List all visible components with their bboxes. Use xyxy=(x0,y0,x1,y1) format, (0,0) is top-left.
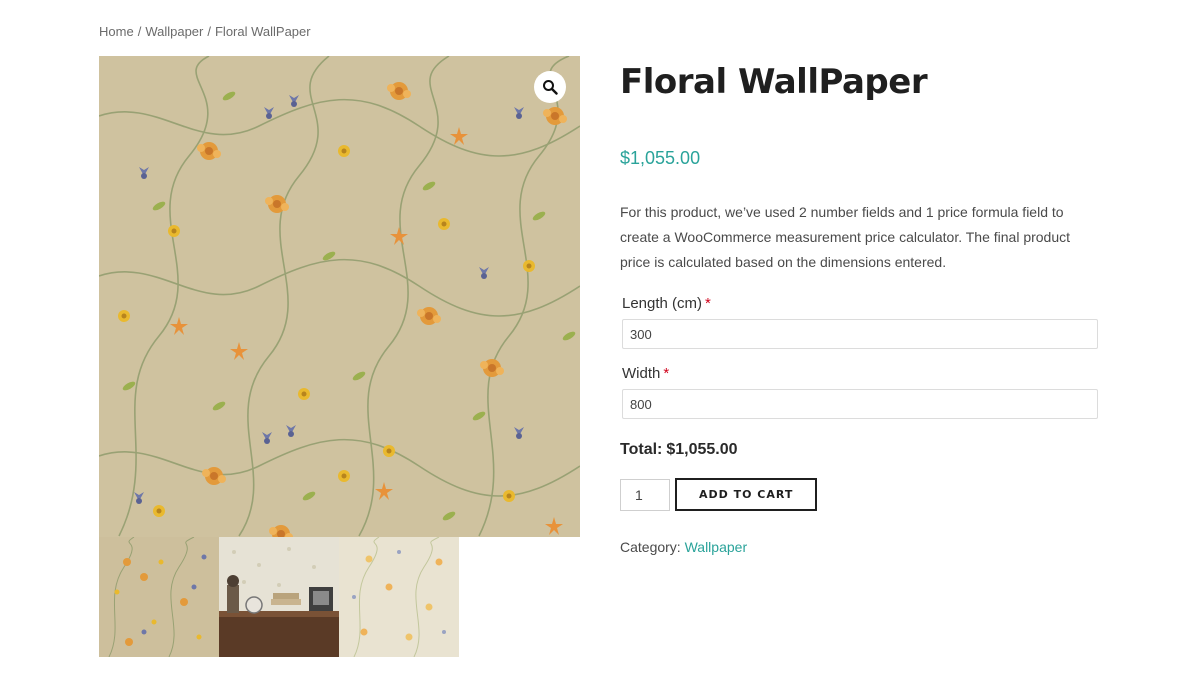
add-to-cart-form: ADD TO CART xyxy=(620,478,1100,511)
breadcrumb-wallpaper-link[interactable]: Wallpaper xyxy=(145,24,203,39)
product-meta: Category: Wallpaper xyxy=(620,539,1100,555)
thumbnail-image xyxy=(219,537,339,657)
required-mark: * xyxy=(663,365,670,382)
thumbnail-strip xyxy=(99,537,459,657)
product-summary: Floral WallPaper $1,055.00 For this prod… xyxy=(620,60,1100,555)
length-label: Length (cm) * xyxy=(622,295,1100,312)
breadcrumb-current: Floral WallPaper xyxy=(214,24,311,39)
main-product-image[interactable] xyxy=(99,56,580,537)
thumbnail-desk-room[interactable] xyxy=(219,537,339,657)
magnifier-icon xyxy=(543,80,558,95)
thumbnail-image xyxy=(99,537,219,657)
floral-pattern-image xyxy=(99,56,580,537)
product-title: Floral WallPaper xyxy=(620,62,928,102)
length-field-group: Length (cm) * xyxy=(620,295,1100,349)
breadcrumb-separator: / xyxy=(207,24,211,39)
thumbnail-image xyxy=(339,537,459,657)
length-input[interactable] xyxy=(622,319,1098,349)
width-input[interactable] xyxy=(622,389,1098,419)
product-description: For this product, we’ve used 2 number fi… xyxy=(620,204,1071,270)
length-label-text: Length (cm) xyxy=(622,295,703,312)
product-gallery xyxy=(99,56,580,657)
thumbnail-light-floral[interactable] xyxy=(339,537,459,657)
thumbnail-floral-pattern[interactable] xyxy=(99,537,219,657)
category-link[interactable]: Wallpaper xyxy=(685,539,748,555)
zoom-button[interactable] xyxy=(534,71,566,103)
total-label: Total: xyxy=(620,441,663,458)
breadcrumb-separator: / xyxy=(137,24,142,39)
total-price: Total: $1,055.00 xyxy=(620,441,1100,459)
add-to-cart-button[interactable]: ADD TO CART xyxy=(675,478,818,511)
category-label: Category: xyxy=(620,539,681,555)
product-price: $1,055.00 xyxy=(620,148,701,168)
width-label-text: Width xyxy=(622,365,661,382)
width-label: Width * xyxy=(622,365,1100,382)
breadcrumb-home-link[interactable]: Home xyxy=(99,24,134,39)
required-mark: * xyxy=(705,295,711,312)
quantity-input[interactable] xyxy=(620,478,670,511)
width-field-group: Width * xyxy=(620,365,1100,419)
breadcrumb: Home / Wallpaper / Floral WallPaper xyxy=(99,24,311,39)
total-value: $1,055.00 xyxy=(666,441,738,458)
